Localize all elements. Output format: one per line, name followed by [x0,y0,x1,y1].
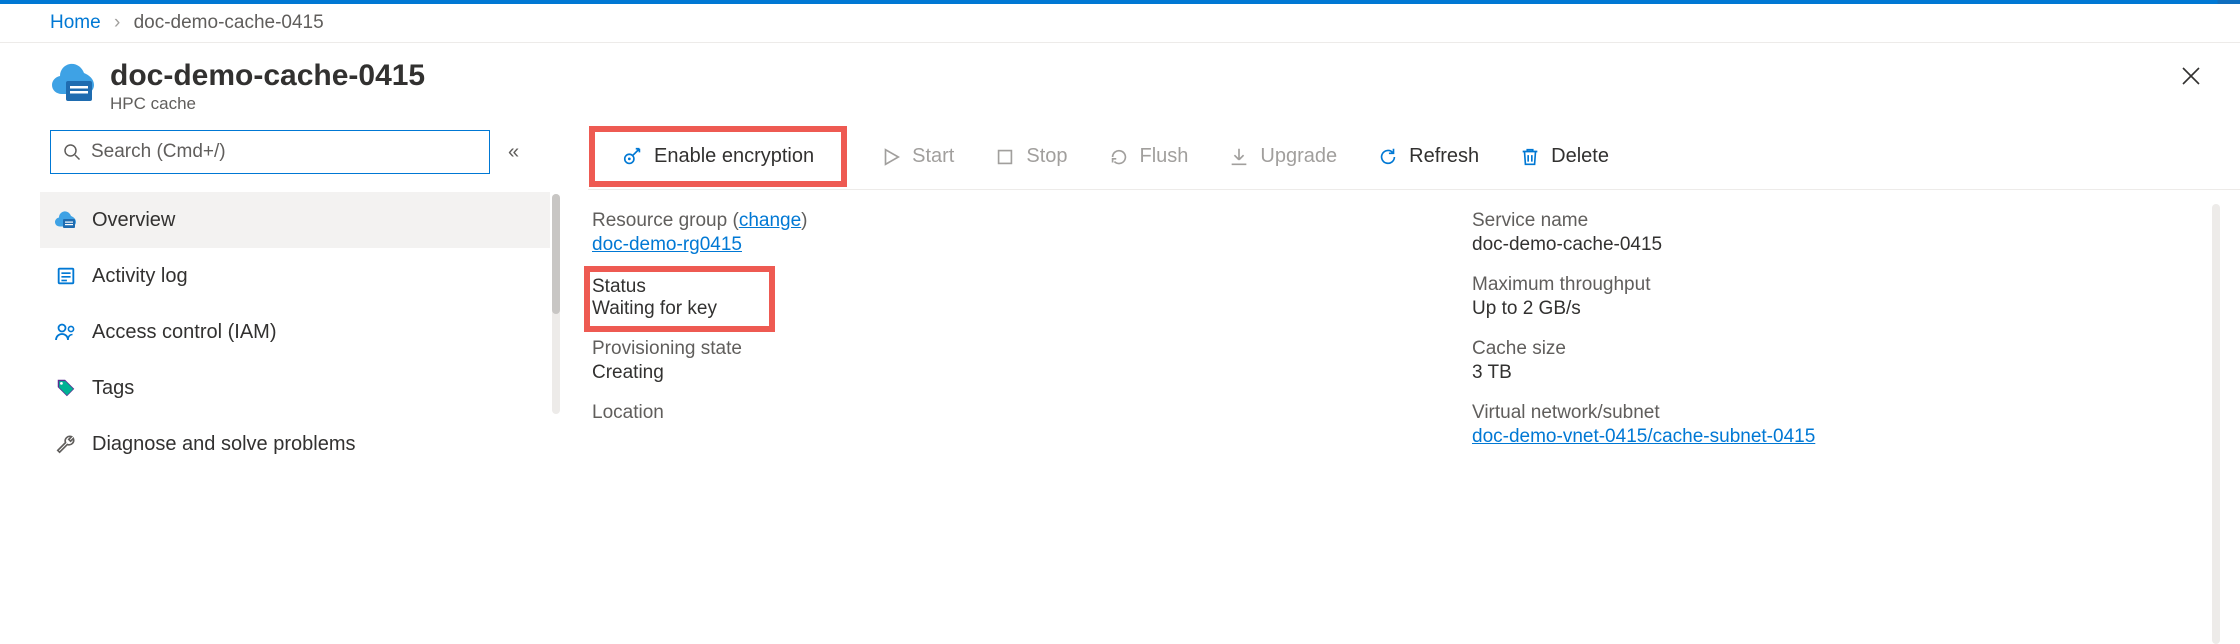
page-title: doc-demo-cache-0415 [110,59,425,92]
change-link[interactable]: change [739,210,801,231]
max-throughput-label: Maximum throughput [1472,274,2172,296]
sidebar-item-label: Overview [92,209,175,232]
refresh-label: Refresh [1409,145,1479,168]
hpc-cache-icon [50,59,98,107]
chevron-right-icon: › [114,12,120,33]
field-service-name: Service name doc-demo-cache-0415 [1472,210,2172,256]
start-label: Start [912,145,954,168]
field-vnet: Virtual network/subnet doc-demo-vnet-041… [1472,402,2172,448]
delete-icon [1519,146,1541,168]
max-throughput-value: Up to 2 GB/s [1472,298,2172,320]
flush-button[interactable]: Flush [1104,139,1193,174]
delete-label: Delete [1551,145,1609,168]
details-column-right: Service name doc-demo-cache-0415 Maximum… [1472,210,2172,466]
field-location: Location [592,402,1412,424]
page-subtitle: HPC cache [110,94,425,114]
provisioning-label: Provisioning state [592,338,1412,360]
stop-icon [994,146,1016,168]
tag-icon [54,376,78,400]
enable-encryption-label: Enable encryption [654,145,814,168]
breadcrumb: Home › doc-demo-cache-0415 [0,4,2240,43]
sidebar-item-activity-log[interactable]: Activity log [40,248,550,304]
vnet-value[interactable]: doc-demo-vnet-0415/cache-subnet-0415 [1472,426,1815,447]
sidebar-nav: Overview Activity log Access control (IA… [40,192,550,472]
service-name-label: Service name [1472,210,2172,232]
resource-group-label: Resource group [592,210,727,231]
service-name-value: doc-demo-cache-0415 [1472,234,2172,256]
play-icon [880,146,902,168]
provisioning-value: Creating [592,362,1412,384]
wrench-icon [54,432,78,456]
sidebar-item-label: Access control (IAM) [92,321,276,344]
refresh-button[interactable]: Refresh [1373,139,1483,174]
delete-button[interactable]: Delete [1515,139,1613,174]
field-cache-size: Cache size 3 TB [1472,338,2172,384]
vnet-label: Virtual network/subnet [1472,402,2172,424]
field-resource-group: Resource group (change) doc-demo-rg0415 [592,210,1412,256]
upgrade-label: Upgrade [1260,145,1337,168]
close-icon [2180,65,2202,87]
toolbar: Enable encryption Start Stop Flush Upgra… [588,124,2240,190]
search-input[interactable] [91,141,477,163]
enable-encryption-button[interactable]: Enable encryption [618,139,818,174]
resource-group-value[interactable]: doc-demo-rg0415 [592,234,742,255]
start-button[interactable]: Start [876,139,958,174]
page-header: doc-demo-cache-0415 HPC cache [0,43,2240,124]
field-provisioning: Provisioning state Creating [592,338,1412,384]
main-content: Enable encryption Start Stop Flush Upgra… [550,124,2240,472]
log-icon [54,264,78,288]
download-icon [1228,146,1250,168]
sidebar-item-label: Diagnose and solve problems [92,433,356,456]
highlight-enable-encryption: Enable encryption [592,129,844,184]
location-label: Location [592,402,1412,424]
field-max-throughput: Maximum throughput Up to 2 GB/s [1472,274,2172,320]
sidebar-item-label: Activity log [92,265,188,288]
flush-icon [1108,146,1130,168]
sidebar: « Overview Activity log Access control (… [40,124,550,472]
people-icon [54,320,78,344]
stop-label: Stop [1026,145,1067,168]
highlight-status: Status Waiting for key [592,274,767,324]
search-icon [63,143,81,161]
stop-button[interactable]: Stop [990,139,1071,174]
sidebar-item-tags[interactable]: Tags [40,360,550,416]
main-scrollbar[interactable] [2212,204,2220,644]
sidebar-item-label: Tags [92,377,134,400]
breadcrumb-home[interactable]: Home [50,12,101,33]
cache-size-value: 3 TB [1472,362,2172,384]
sidebar-item-iam[interactable]: Access control (IAM) [40,304,550,360]
flush-label: Flush [1140,145,1189,168]
refresh-icon [1377,146,1399,168]
cache-size-label: Cache size [1472,338,2172,360]
key-icon [622,146,644,168]
status-value: Waiting for key [592,298,717,320]
sidebar-item-diagnose[interactable]: Diagnose and solve problems [40,416,550,472]
breadcrumb-current: doc-demo-cache-0415 [134,12,324,33]
details-column-left: Resource group (change) doc-demo-rg0415 … [592,210,1412,466]
close-button[interactable] [2180,63,2202,94]
collapse-sidebar-button[interactable]: « [508,141,513,164]
sidebar-item-overview[interactable]: Overview [40,192,550,248]
cloud-file-icon [54,208,78,232]
upgrade-button[interactable]: Upgrade [1224,139,1341,174]
search-input-wrap[interactable] [50,130,490,174]
status-label: Status [592,276,717,298]
